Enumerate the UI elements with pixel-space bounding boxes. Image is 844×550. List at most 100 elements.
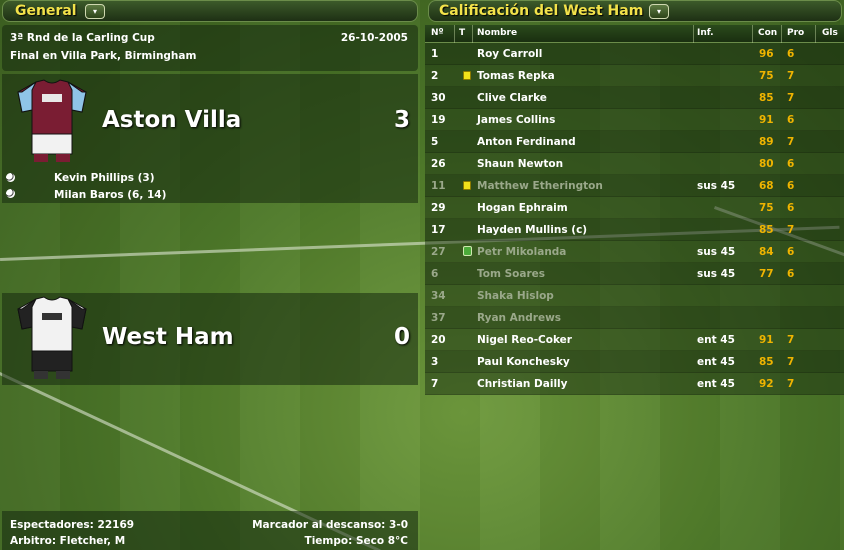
scorer-item: Milan Baros (6, 14) xyxy=(54,189,167,201)
table-row[interactable]: 29 Hogan Ephraim 75 6 xyxy=(425,197,844,219)
player-name: Paul Konchesky xyxy=(477,356,570,368)
player-number: 37 xyxy=(431,312,446,324)
table-row[interactable]: 17 Hayden Mullins (c) 85 7 xyxy=(425,219,844,241)
player-condition: 92 xyxy=(759,378,774,390)
player-condition: 75 xyxy=(759,202,774,214)
player-number: 5 xyxy=(431,136,439,148)
player-rating: 6 xyxy=(787,202,795,214)
player-info: sus 45 xyxy=(697,246,736,258)
table-row[interactable]: 2 Tomas Repka 75 7 xyxy=(425,65,844,87)
player-condition: 96 xyxy=(759,48,774,60)
column-header-goals[interactable]: Gls xyxy=(822,28,838,38)
player-name: Nigel Reo-Coker xyxy=(477,334,572,346)
column-header-number[interactable]: Nº xyxy=(431,28,444,38)
player-number: 27 xyxy=(431,246,446,258)
column-header-condition[interactable]: Con xyxy=(758,28,777,38)
table-row[interactable]: 34 Shaka Hislop xyxy=(425,285,844,307)
player-condition: 91 xyxy=(759,114,774,126)
player-name: Petr Mikolanda xyxy=(477,246,567,258)
home-kit-icon xyxy=(17,79,87,162)
ratings-dropdown-button[interactable]: ▾ xyxy=(649,4,669,19)
player-condition: 85 xyxy=(759,356,774,368)
chevron-down-icon: ▾ xyxy=(656,7,661,16)
player-info: ent 45 xyxy=(697,334,735,346)
column-divider xyxy=(472,25,473,43)
away-team-panel: West Ham 0 xyxy=(2,293,418,385)
player-number: 30 xyxy=(431,92,446,104)
player-info: ent 45 xyxy=(697,356,735,368)
away-team-name: West Ham xyxy=(102,324,234,350)
ratings-table: Nº T Nombre Inf. Con Pro Gls 1 Roy Carrol… xyxy=(425,25,844,397)
table-row[interactable]: 5 Anton Ferdinand 89 7 xyxy=(425,131,844,153)
player-condition: 84 xyxy=(759,246,774,258)
referee-label: Arbitro: Fletcher, M xyxy=(10,535,126,547)
ratings-header: Calificación del West Ham ▾ xyxy=(428,0,842,22)
table-row[interactable]: 3 Paul Konchesky ent 45 85 7 xyxy=(425,351,844,373)
player-number: 3 xyxy=(431,356,439,368)
player-rating: 7 xyxy=(787,70,795,82)
player-name: Shaun Newton xyxy=(477,158,564,170)
home-team-panel: Aston Villa 3 Kevin Phillips (3) Milan B… xyxy=(2,74,418,203)
away-team-score: 0 xyxy=(393,324,410,350)
player-condition: 68 xyxy=(759,180,774,192)
weather-label: Tiempo: Seco 8°C xyxy=(304,535,408,547)
player-rating: 6 xyxy=(787,48,795,60)
column-header-type[interactable]: T xyxy=(459,28,465,38)
player-number: 17 xyxy=(431,224,446,236)
table-row[interactable]: 37 Ryan Andrews xyxy=(425,307,844,329)
column-divider xyxy=(781,25,782,43)
player-name: James Collins xyxy=(477,114,556,126)
player-condition: 91 xyxy=(759,334,774,346)
player-name: Hayden Mullins (c) xyxy=(477,224,588,236)
player-condition: 80 xyxy=(759,158,774,170)
player-condition: 85 xyxy=(759,224,774,236)
player-info: sus 45 xyxy=(697,180,736,192)
player-number: 20 xyxy=(431,334,446,346)
table-row[interactable]: 26 Shaun Newton 80 6 xyxy=(425,153,844,175)
table-row[interactable]: 7 Christian Dailly ent 45 92 7 xyxy=(425,373,844,395)
column-divider xyxy=(752,25,753,43)
ratings-title: Calificación del West Ham xyxy=(439,3,644,19)
player-name: Hogan Ephraim xyxy=(477,202,568,214)
yellow-card-icon xyxy=(463,71,471,80)
general-header: General ▾ xyxy=(2,0,418,22)
halftime-score-label: Marcador al descanso: 3-0 xyxy=(252,519,408,531)
player-number: 11 xyxy=(431,180,446,192)
player-rating: 6 xyxy=(787,246,795,258)
home-team-name: Aston Villa xyxy=(102,107,242,133)
player-name: Roy Carroll xyxy=(477,48,543,60)
player-name: Anton Ferdinand xyxy=(477,136,576,148)
player-name: Shaka Hislop xyxy=(477,290,554,302)
column-header-info[interactable]: Inf. xyxy=(697,28,714,38)
table-row[interactable]: 20 Nigel Reo-Coker ent 45 91 7 xyxy=(425,329,844,351)
player-condition: 89 xyxy=(759,136,774,148)
player-condition: 85 xyxy=(759,92,774,104)
goal-ball-icon xyxy=(6,173,15,182)
player-name: Matthew Etherington xyxy=(477,180,603,192)
match-footer-panel: Espectadores: 22169 Marcador al descanso… xyxy=(2,511,418,550)
player-name: Clive Clarke xyxy=(477,92,547,104)
table-row[interactable]: 6 Tom Soares sus 45 77 6 xyxy=(425,263,844,285)
table-row[interactable]: 19 James Collins 91 6 xyxy=(425,109,844,131)
general-title: General xyxy=(15,3,77,19)
column-header-rating[interactable]: Pro xyxy=(787,28,804,38)
column-header-name[interactable]: Nombre xyxy=(477,28,517,38)
player-info: sus 45 xyxy=(697,268,736,280)
table-header-row: Nº T Nombre Inf. Con Pro Gls xyxy=(425,25,844,43)
player-rating: 7 xyxy=(787,334,795,346)
column-divider xyxy=(693,25,694,43)
player-condition: 77 xyxy=(759,268,774,280)
scorer-item: Kevin Phillips (3) xyxy=(54,172,155,184)
player-rating: 6 xyxy=(787,268,795,280)
match-date: 26-10-2005 xyxy=(340,32,408,44)
player-number: 2 xyxy=(431,70,439,82)
column-divider xyxy=(815,25,816,43)
table-row[interactable]: 1 Roy Carroll 96 6 xyxy=(425,43,844,65)
player-rating: 6 xyxy=(787,158,795,170)
player-rating: 7 xyxy=(787,224,795,236)
table-row[interactable]: 27 Petr Mikolanda sus 45 84 6 xyxy=(425,241,844,263)
table-row[interactable]: 11 Matthew Etherington sus 45 68 6 xyxy=(425,175,844,197)
table-row[interactable]: 30 Clive Clarke 85 7 xyxy=(425,87,844,109)
home-team-score: 3 xyxy=(393,107,410,133)
general-dropdown-button[interactable]: ▾ xyxy=(85,4,105,19)
